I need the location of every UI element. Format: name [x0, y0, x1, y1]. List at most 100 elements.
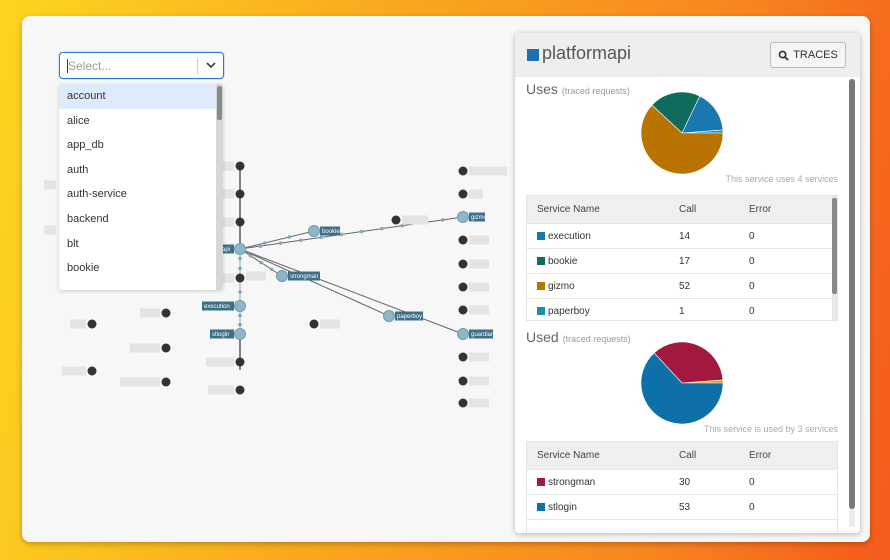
- graph-node[interactable]: [308, 225, 320, 237]
- graph-node[interactable]: [234, 243, 246, 255]
- graph-node[interactable]: [458, 189, 468, 199]
- graph-node[interactable]: [383, 310, 395, 322]
- graph-node[interactable]: [235, 217, 245, 227]
- service-color-swatch: [537, 257, 545, 265]
- error-cell: 0: [749, 280, 755, 292]
- graph-node[interactable]: [235, 273, 245, 283]
- node-label: [222, 161, 234, 171]
- graph-node[interactable]: [458, 235, 468, 245]
- graph-node[interactable]: [235, 357, 245, 367]
- col-service-name[interactable]: Service Name: [527, 204, 679, 215]
- node-label: [70, 319, 86, 329]
- node-label-text: api: [222, 247, 230, 253]
- dropdown-option[interactable]: auth: [59, 158, 223, 183]
- col-call[interactable]: Call: [679, 450, 749, 461]
- col-service-name[interactable]: Service Name: [527, 450, 679, 461]
- uses-table-scrollbar-thumb[interactable]: [832, 198, 837, 294]
- node-label: [222, 217, 234, 227]
- graph-node[interactable]: [161, 308, 171, 318]
- used-subtitle: (traced requests): [562, 334, 631, 344]
- panel-scrollbar-thumb[interactable]: [849, 79, 855, 509]
- graph-node[interactable]: [161, 343, 171, 353]
- graph-node[interactable]: [234, 328, 246, 340]
- used-title-text: Used: [526, 329, 559, 345]
- panel-scrollbar[interactable]: [849, 79, 855, 527]
- graph-node[interactable]: [458, 259, 468, 269]
- edge-traffic-dot: [238, 266, 242, 271]
- graph-node[interactable]: [458, 305, 468, 315]
- menu-scrollbar[interactable]: [216, 84, 223, 290]
- graph-node[interactable]: [458, 282, 468, 292]
- graph-node[interactable]: [457, 211, 469, 223]
- table-row[interactable]: execution 14 0: [527, 223, 837, 248]
- graph-node[interactable]: [235, 161, 245, 171]
- uses-table-scrollbar[interactable]: [832, 196, 837, 320]
- graph-node[interactable]: [458, 166, 468, 176]
- service-color-swatch: [527, 49, 539, 61]
- node-label: [222, 189, 234, 199]
- service-detail-panel: platformapi TRACES Uses (traced requests)…: [515, 33, 860, 533]
- node-label: [469, 166, 507, 176]
- dropdown-option[interactable]: alice: [59, 109, 223, 134]
- dropdown-option[interactable]: blt: [59, 232, 223, 257]
- graph-node[interactable]: [235, 385, 245, 395]
- table-row[interactable]: bookie 17 0: [527, 248, 837, 273]
- call-cell: 30: [679, 476, 691, 488]
- graph-node[interactable]: [457, 328, 469, 340]
- node-label-text: paperboy: [397, 314, 422, 320]
- uses-title: Uses (traced requests): [526, 81, 630, 97]
- edge-traffic-dot: [287, 235, 292, 239]
- graph-node[interactable]: [235, 189, 245, 199]
- service-color-swatch: [537, 307, 545, 315]
- graph-node[interactable]: [391, 215, 401, 225]
- graph-node[interactable]: [309, 319, 319, 329]
- col-error[interactable]: Error: [749, 204, 819, 215]
- node-label: [246, 271, 266, 281]
- col-error[interactable]: Error: [749, 450, 819, 461]
- node-label: [469, 189, 483, 199]
- used-title: Used (traced requests): [526, 329, 631, 345]
- edge-traffic-dot: [269, 267, 274, 272]
- node-label-text: stlogin: [212, 332, 229, 338]
- dropdown-option[interactable]: backend: [59, 207, 223, 232]
- service-color-swatch: [537, 478, 545, 486]
- menu-scrollbar-thumb[interactable]: [217, 86, 222, 120]
- table-row[interactable]: paperboy 1 0: [527, 298, 837, 320]
- table-row[interactable]: gizmo 52 0: [527, 273, 837, 298]
- graph-node[interactable]: [276, 270, 288, 282]
- node-label: [44, 180, 56, 190]
- node-label-text: execution: [204, 304, 230, 310]
- edge-traffic-dot: [278, 241, 283, 245]
- error-cell: 0: [749, 255, 755, 267]
- node-label: [469, 235, 489, 245]
- table-row[interactable]: strongman 30 0: [527, 469, 837, 494]
- traces-label: TRACES: [793, 49, 838, 61]
- uses-pie-chart: [640, 91, 724, 175]
- col-call[interactable]: Call: [679, 204, 749, 215]
- graph-node[interactable]: [87, 366, 97, 376]
- node-label: [469, 282, 489, 292]
- graph-node[interactable]: [458, 398, 468, 408]
- graph-node[interactable]: [234, 300, 246, 312]
- graph-edge: [239, 248, 390, 317]
- graph-node[interactable]: [87, 319, 97, 329]
- dropdown-option[interactable]: account: [59, 84, 223, 109]
- service-name: stlogin: [548, 501, 577, 513]
- dropdown-option[interactable]: auth-service: [59, 182, 223, 207]
- dropdown-option[interactable]: app_db: [59, 133, 223, 158]
- graph-node[interactable]: [458, 376, 468, 386]
- node-label: [469, 259, 489, 269]
- dropdown-option[interactable]: bookie: [59, 256, 223, 281]
- call-cell: 52: [679, 280, 691, 292]
- chevron-down-icon[interactable]: [203, 57, 219, 73]
- edge-traffic-dot: [299, 238, 303, 243]
- graph-node[interactable]: [458, 352, 468, 362]
- table-row[interactable]: stlogin 53 0: [527, 494, 837, 519]
- graph-edge: [239, 248, 464, 335]
- graph-node[interactable]: [161, 377, 171, 387]
- table-row[interactable]: [527, 519, 837, 533]
- service-select[interactable]: Select...: [59, 52, 224, 79]
- graph-edge: [239, 216, 464, 250]
- traces-button[interactable]: TRACES: [770, 42, 846, 68]
- service-cell: strongman: [527, 477, 679, 488]
